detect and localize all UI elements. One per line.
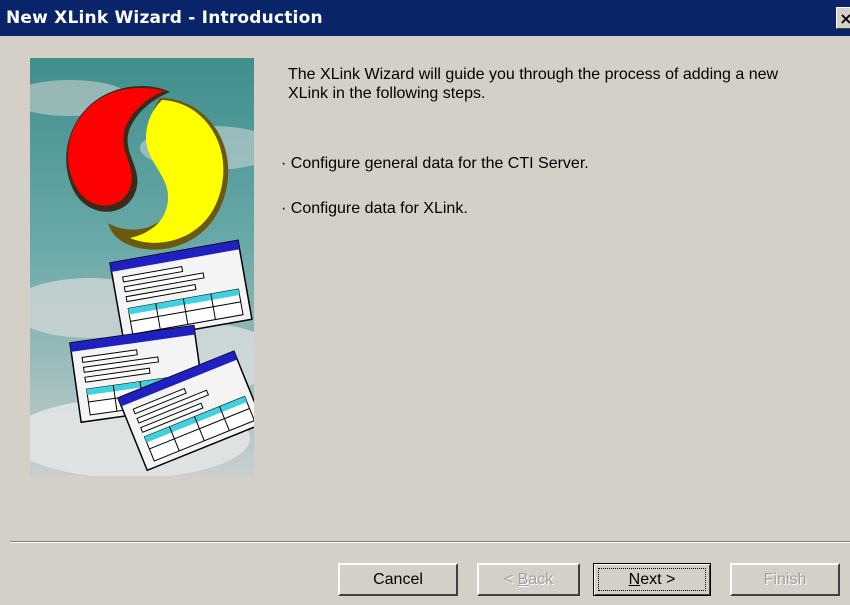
step-item-cti-server: · Configure general data for the CTI Ser…: [281, 155, 589, 172]
back-label: ack: [528, 571, 554, 588]
cancel-button[interactable]: Cancel: [338, 563, 458, 596]
window-title: New XLink Wizard - Introduction: [6, 8, 323, 28]
intro-text: The XLink Wizard will guide you through …: [288, 66, 779, 102]
wizard-window: New XLink Wizard - Introduction × The XL…: [0, 0, 850, 605]
back-mnemonic: B: [517, 571, 529, 588]
close-icon[interactable]: ×: [836, 7, 850, 29]
separator: [10, 541, 850, 543]
title-bar[interactable]: New XLink Wizard - Introduction ×: [0, 0, 850, 36]
wizard-illustration: [30, 58, 254, 476]
finish-button[interactable]: Finish: [730, 563, 840, 596]
step-item-xlink: · Configure data for XLink.: [281, 200, 468, 217]
back-button[interactable]: < Back: [477, 563, 580, 596]
next-button[interactable]: Next >: [593, 563, 711, 596]
back-prefix: <: [503, 571, 518, 588]
focus-ring: [598, 568, 706, 591]
